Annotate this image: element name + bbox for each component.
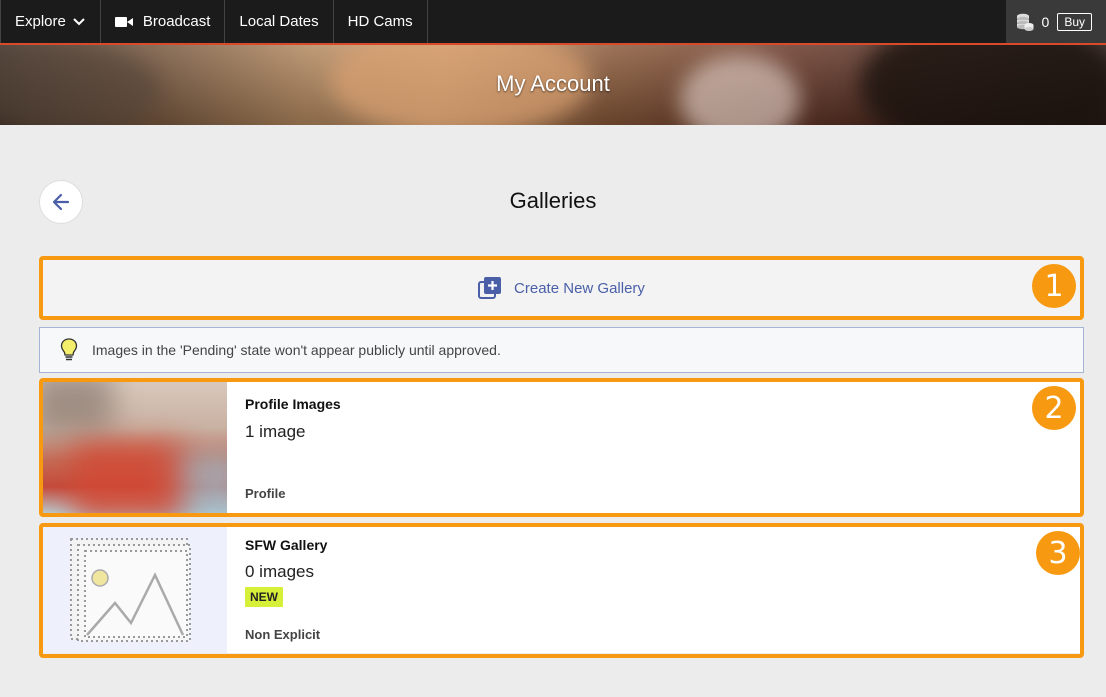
video-camera-icon (114, 16, 133, 27)
annotation-frame-2 (39, 378, 1084, 517)
pending-info-text: Images in the 'Pending' state won't appe… (92, 342, 501, 358)
annotation-badge-1: 1 (1032, 264, 1076, 308)
hero-banner: My Account (0, 45, 1106, 125)
top-nav: Explore Broadcast Local Dates HD Cams 0 … (0, 0, 1106, 45)
nav-local-dates-label: Local Dates (239, 13, 319, 30)
nav-explore-label: Explore (15, 13, 66, 30)
nav-broadcast-label: Broadcast (142, 13, 211, 30)
nav-broadcast[interactable]: Broadcast (101, 0, 226, 43)
coins-icon (1016, 13, 1034, 31)
page-title: Galleries (509, 188, 597, 213)
coin-count: 0 (1041, 13, 1050, 30)
lightbulb-icon (60, 338, 78, 361)
annotation-frame-1 (39, 256, 1084, 320)
hero-title: My Account (496, 71, 610, 96)
nav-hd-cams-label: HD Cams (347, 13, 413, 30)
buy-button[interactable]: Buy (1057, 12, 1092, 31)
coin-balance: 0 Buy (1005, 0, 1106, 43)
chevron-down-icon (73, 17, 85, 25)
nav-explore[interactable]: Explore (0, 0, 101, 43)
pending-info-box: Images in the 'Pending' state won't appe… (39, 327, 1084, 373)
nav-local-dates[interactable]: Local Dates (225, 0, 334, 43)
nav-hd-cams[interactable]: HD Cams (334, 0, 428, 43)
annotation-badge-2: 2 (1032, 386, 1076, 430)
annotation-frame-3 (39, 523, 1084, 658)
annotation-badge-3: 3 (1036, 531, 1080, 575)
